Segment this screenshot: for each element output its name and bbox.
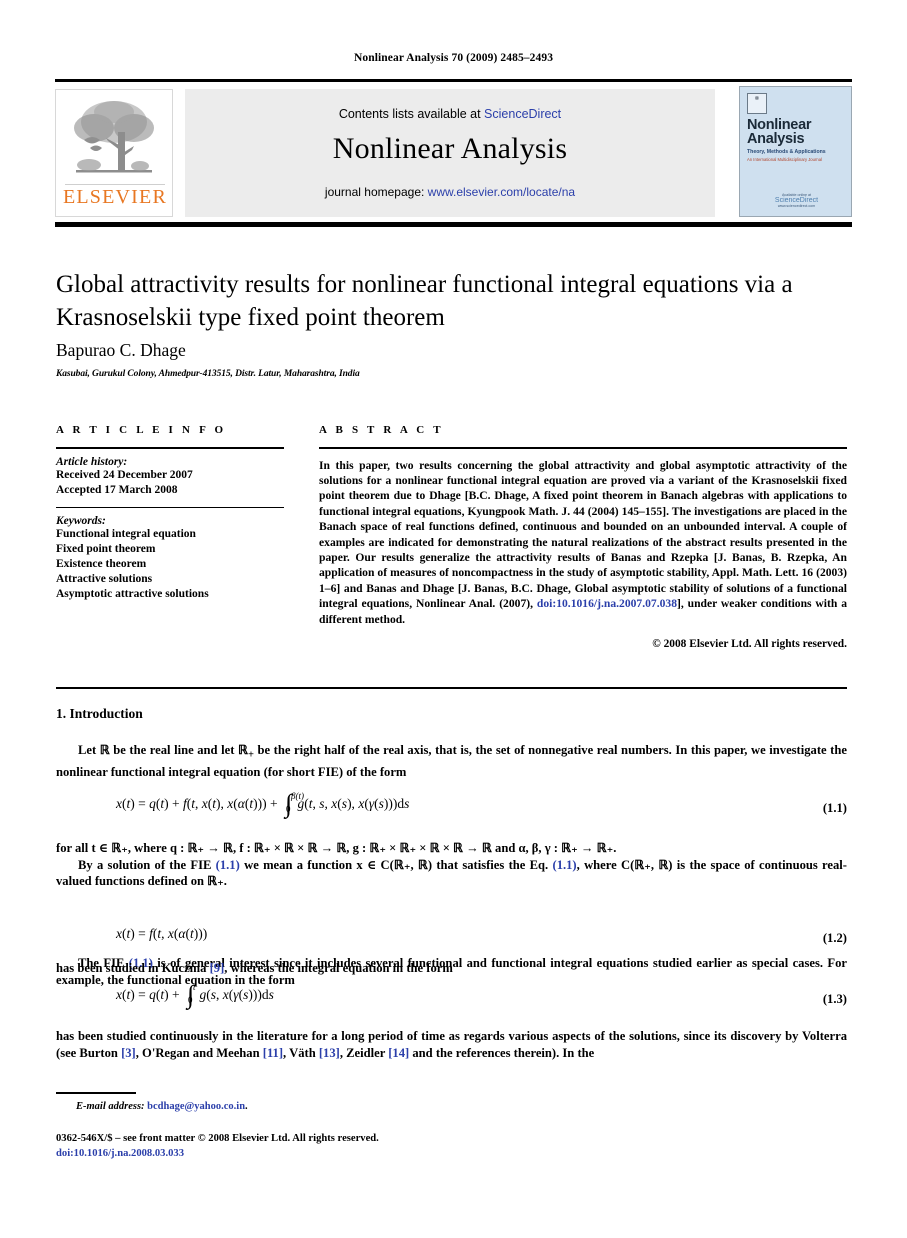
- header-rule-top: [55, 79, 852, 82]
- intro-paragraph-5: has been studied continuously in the lit…: [56, 1028, 847, 1061]
- cover-title: Nonlinear Analysis: [747, 117, 812, 147]
- contents-prefix: Contents lists available at: [338, 107, 485, 121]
- integral-sign-icon: ∫ β(t) 0: [285, 788, 304, 818]
- article-info-heading: A R T I C L E I N F O: [56, 424, 227, 436]
- keyword-item: Asymptotic attractive solutions: [56, 587, 209, 600]
- received-date: Received 24 December 2007: [56, 468, 193, 481]
- header-rule-bottom: [55, 222, 852, 227]
- article-doi-link[interactable]: doi:10.1016/j.na.2008.03.033: [56, 1148, 184, 1159]
- journal-masthead: ELSEVIER Contents lists available at Sci…: [55, 86, 852, 218]
- author-name: Bapurao C. Dhage: [56, 340, 186, 360]
- intro-p2-a: By a solution of the FIE: [78, 857, 216, 872]
- footnote-email: E-mail address: bcdhage@yahoo.co.in.: [76, 1101, 248, 1112]
- keyword-item: Functional integral equation: [56, 527, 196, 540]
- journal-cover-thumbnail: ▩ Nonlinear Analysis Theory, Methods & A…: [739, 86, 852, 217]
- intro-p5-d: , Zeidler: [339, 1045, 389, 1060]
- bib-ref-3[interactable]: [3]: [121, 1046, 136, 1060]
- homepage-link[interactable]: www.elsevier.com/locate/na: [428, 185, 575, 199]
- intro-p5-b: , O'Regan and Meehan: [135, 1045, 263, 1060]
- intro-p1-a: Let ℝ be the real line and let ℝ: [78, 743, 248, 757]
- homepage-prefix: journal homepage:: [324, 185, 428, 199]
- running-head: Nonlinear Analysis 70 (2009) 2485–2493: [353, 52, 554, 64]
- equation-1-2-body: x(t) = f(t, x(α(t))): [116, 925, 208, 941]
- elsevier-divider: [65, 184, 165, 185]
- equation-1-1: x(t) = q(t) + f(t, x(t), x(α(t))) + ∫ β(t…: [56, 788, 847, 818]
- journal-title: Nonlinear Analysis: [332, 132, 568, 165]
- email-period: .: [245, 1101, 248, 1112]
- keywords-rule: [56, 506, 284, 508]
- abstract-rule: [319, 447, 847, 449]
- homepage-line: journal homepage: www.elsevier.com/locat…: [185, 185, 715, 199]
- equation-1-1-number: (1.1): [822, 801, 847, 815]
- article-history-label: Article history:: [56, 455, 128, 468]
- footnote-rule: [56, 1092, 136, 1094]
- equation-1-1-body: x(t) = q(t) + f(t, x(t), x(α(t))) + ∫ β(t…: [116, 788, 410, 818]
- cover-footer-tiny: www.sciencedirect.com: [777, 204, 816, 208]
- journal-banner: Contents lists available at ScienceDirec…: [185, 89, 715, 217]
- article-info-column: A R T I C L E I N F O Article history: R…: [56, 424, 284, 602]
- elsevier-wordmark: ELSEVIER: [62, 186, 168, 208]
- cover-subtitle-secondary: An International Multidisciplinary Journ…: [747, 157, 822, 162]
- abstract-heading: A B S T R A C T: [319, 424, 444, 436]
- page-title: Global attractivity results for nonlinea…: [56, 271, 793, 331]
- sciencedirect-link[interactable]: ScienceDirect: [484, 107, 561, 121]
- section-heading-introduction: 1. Introduction: [56, 706, 143, 721]
- keyword-item: Fixed point theorem: [56, 542, 156, 555]
- equation-1-3-body: x(t) = q(t) + ∫ t 0 g(s, x(γ(s)))ds: [116, 979, 274, 1009]
- elsevier-tree-icon: [74, 101, 154, 173]
- intro-paragraph-4: has been studied in Kuczma [9], whereas …: [56, 960, 847, 977]
- keyword-item: Attractive solutions: [56, 572, 153, 585]
- cover-elsevier-logo: ▩: [747, 93, 767, 114]
- abstract-column: A B S T R A C T In this paper, two resul…: [319, 424, 847, 650]
- accepted-date: Accepted 17 March 2008: [56, 483, 178, 496]
- intro-paragraph-1: Let ℝ be the real line and let ℝ+ be the…: [56, 743, 847, 780]
- eq-ref-1-1[interactable]: (1.1): [553, 858, 577, 872]
- intro-p4-b: , whereas the integral equation in the f…: [224, 961, 453, 975]
- integral-sign-icon: ∫ t 0: [187, 979, 196, 1009]
- author-affiliation: Kasubai, Gurukul Colony, Ahmedpur-413515…: [56, 369, 360, 379]
- equation-1-3-number: (1.3): [822, 992, 847, 1006]
- contents-line: Contents lists available at ScienceDirec…: [185, 107, 715, 121]
- elsevier-logo-box: ELSEVIER: [55, 89, 173, 217]
- intro-p2-line1: for all t ∈ ℝ₊, where q : ℝ₊ → ℝ, f : ℝ₊…: [56, 841, 617, 855]
- cover-footer-brand: ScienceDirect: [774, 197, 819, 204]
- equation-1-3: x(t) = q(t) + ∫ t 0 g(s, x(γ(s)))ds (1.3): [56, 979, 847, 1009]
- abstract-part1: In this paper, two results concerning th…: [319, 458, 847, 611]
- abstract-copyright: © 2008 Elsevier Ltd. All rights reserved…: [652, 637, 847, 650]
- article-info-rule: [56, 447, 284, 449]
- cover-subtitle: Theory, Methods & Applications: [747, 149, 826, 155]
- abstract-doi-link[interactable]: doi:10.1016/j.na.2007.07.038: [537, 597, 677, 610]
- intro-p5-c: , Väth: [283, 1045, 319, 1060]
- keywords-label: Keywords:: [56, 514, 106, 527]
- intro-paragraph-2: for all t ∈ ℝ₊, where q : ℝ₊ → ℝ, f : ℝ₊…: [56, 840, 847, 890]
- paper-page: Nonlinear Analysis 70 (2009) 2485–2493 E…: [0, 0, 907, 1238]
- bib-ref-13[interactable]: [13]: [319, 1046, 340, 1060]
- intro-p4-a: has been studied in Kuczma: [56, 961, 210, 975]
- bib-ref-9[interactable]: [9]: [210, 961, 225, 975]
- cover-footer: Available online at ScienceDirect www.sc…: [740, 193, 851, 209]
- intro-p2-b: we mean a function x ∈ C(ℝ₊, ℝ) that sat…: [239, 857, 553, 872]
- eq-ref-1-1[interactable]: (1.1): [216, 858, 240, 872]
- equation-1-2-number: (1.2): [822, 931, 847, 945]
- email-label: E-mail address:: [76, 1101, 145, 1112]
- abstract-bottom-rule: [56, 687, 847, 689]
- email-link[interactable]: bcdhage@yahoo.co.in: [147, 1101, 245, 1112]
- equation-1-2: x(t) = f(t, x(α(t))) (1.2): [56, 925, 847, 945]
- bib-ref-11[interactable]: [11]: [263, 1046, 283, 1060]
- front-matter-notice: 0362-546X/$ – see front matter © 2008 El…: [56, 1133, 379, 1144]
- keyword-item: Existence theorem: [56, 557, 147, 570]
- bib-ref-14[interactable]: [14]: [388, 1046, 409, 1060]
- intro-p5-e: and the references therein). In the: [409, 1045, 595, 1060]
- abstract-text: In this paper, two results concerning th…: [319, 458, 847, 627]
